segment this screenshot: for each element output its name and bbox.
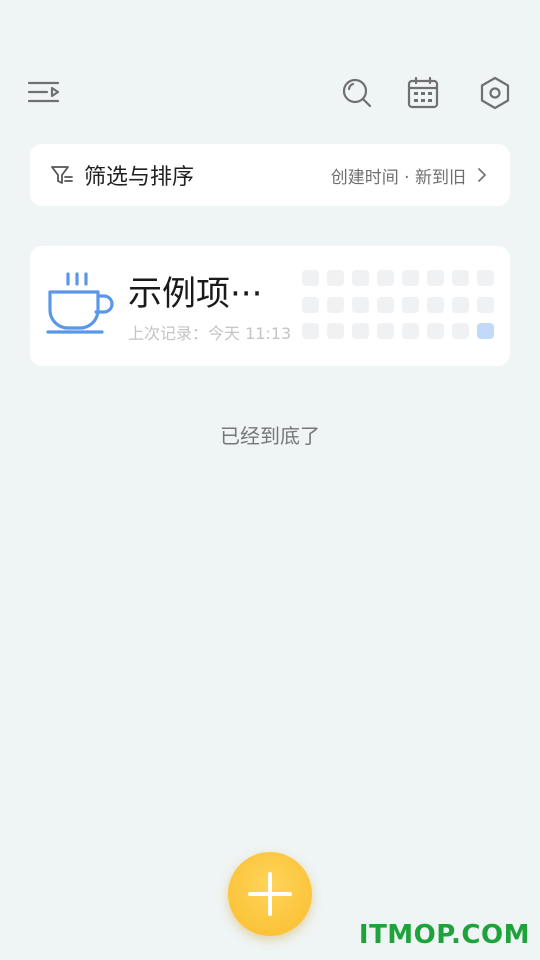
filter-icon bbox=[51, 166, 73, 184]
heatmap-cell bbox=[427, 296, 444, 313]
heatmap-cell bbox=[427, 270, 444, 286]
menu-button[interactable] bbox=[24, 73, 64, 113]
add-item-button[interactable] bbox=[228, 852, 312, 936]
chevron-right-icon bbox=[478, 168, 486, 182]
heatmap-cell bbox=[402, 323, 419, 339]
search-button[interactable] bbox=[337, 73, 377, 113]
heatmap-cell bbox=[402, 296, 419, 313]
heatmap-cell bbox=[327, 270, 344, 286]
calendar-icon bbox=[407, 76, 439, 109]
heatmap-cell bbox=[327, 323, 344, 339]
heatmap-cell bbox=[377, 296, 394, 313]
watermark-logo: ITMOP.COM bbox=[358, 920, 530, 950]
hexagon-settings-icon bbox=[480, 76, 510, 110]
heatmap-cell bbox=[352, 296, 369, 313]
coffee-cup-icon bbox=[46, 272, 114, 334]
heatmap-cell bbox=[352, 270, 369, 286]
heatmap-cell bbox=[402, 270, 419, 286]
heatmap-cell bbox=[477, 323, 494, 339]
heatmap-cell bbox=[327, 296, 344, 313]
list-end-text: 已经到底了 bbox=[220, 424, 320, 448]
item-title: 示例项··· bbox=[128, 274, 263, 314]
heatmap-cell bbox=[452, 323, 469, 339]
filter-sort-bar[interactable]: 筛选与排序 创建时间 · 新到旧 bbox=[30, 144, 510, 206]
sort-order-value: 创建时间 · 新到旧 bbox=[330, 167, 466, 188]
heatmap-cell bbox=[427, 323, 444, 339]
heatmap-cell bbox=[302, 296, 319, 313]
search-icon bbox=[342, 78, 372, 108]
heatmap-cell bbox=[452, 296, 469, 313]
heatmap-cell bbox=[352, 323, 369, 339]
item-last-record: 上次记录：今天 11:13 bbox=[128, 324, 292, 343]
heatmap-cell bbox=[302, 323, 319, 339]
heatmap-cell bbox=[452, 270, 469, 286]
heatmap-cell bbox=[377, 270, 394, 286]
plus-icon bbox=[248, 872, 292, 916]
heatmap-cell bbox=[477, 270, 494, 286]
menu-collapse-icon bbox=[27, 81, 60, 103]
filter-sort-label: 筛选与排序 bbox=[84, 165, 195, 190]
calendar-button[interactable] bbox=[403, 73, 443, 113]
heatmap-cell bbox=[477, 296, 494, 313]
record-heatmap bbox=[302, 270, 500, 340]
settings-button[interactable] bbox=[475, 73, 515, 113]
heatmap-cell bbox=[302, 270, 319, 286]
list-item[interactable]: 示例项··· 上次记录：今天 11:13 bbox=[30, 246, 510, 366]
heatmap-cell bbox=[377, 323, 394, 339]
